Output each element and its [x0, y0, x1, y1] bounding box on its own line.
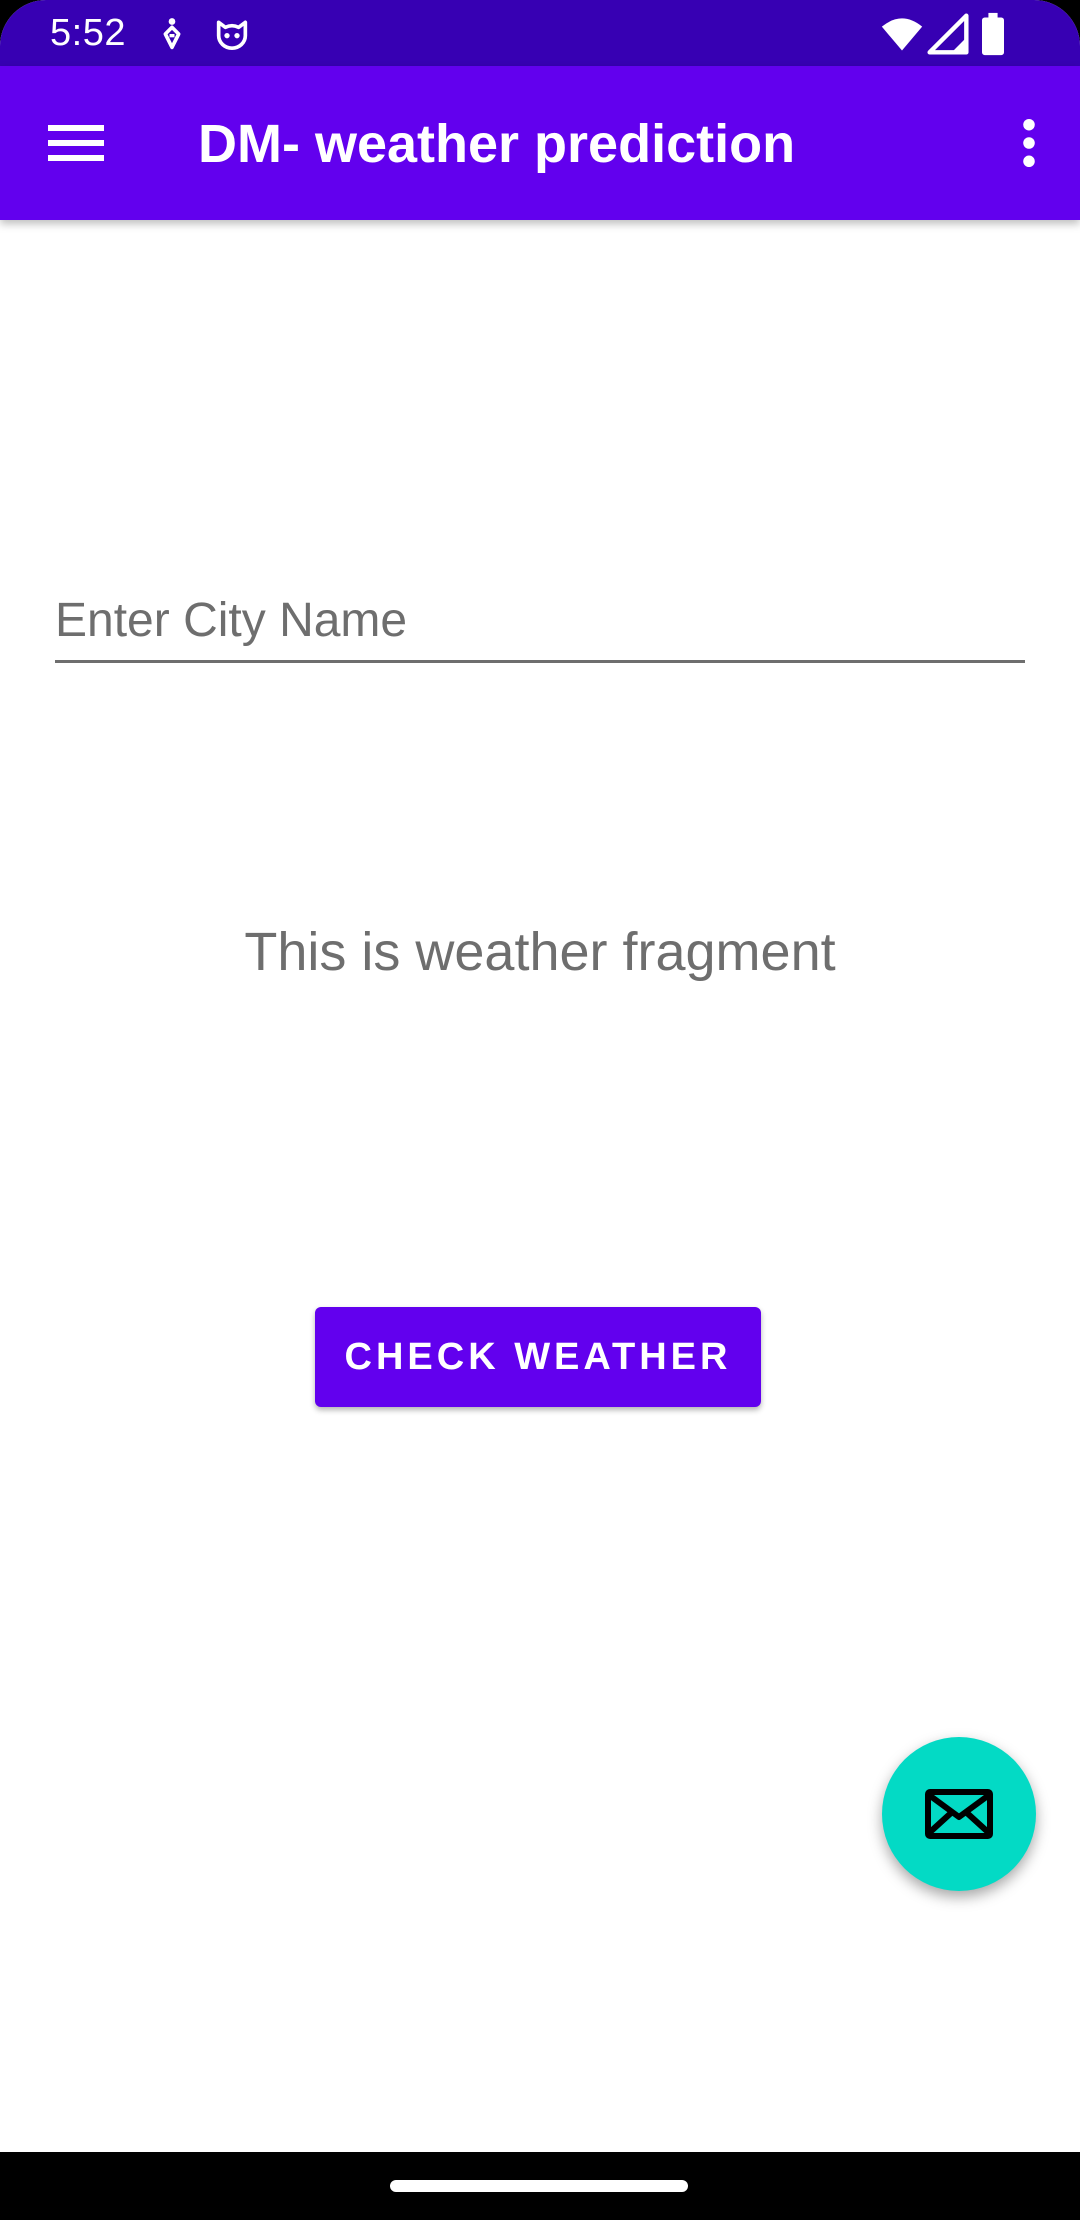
hamburger-menu-icon	[48, 125, 104, 161]
cat-face-icon	[216, 20, 248, 50]
status-time: 5:52	[50, 12, 126, 54]
wifi-icon	[881, 18, 923, 51]
menu-button[interactable]	[30, 100, 122, 186]
app-screen: 5:52 DM- weather prediction Enter City N…	[0, 0, 1080, 2220]
page-title: DM- weather prediction	[198, 114, 796, 174]
city-name-input[interactable]	[55, 580, 1025, 663]
home-gesture-handle[interactable]	[390, 2180, 688, 2192]
battery-icon	[982, 12, 1004, 56]
cell-signal-icon	[927, 13, 969, 55]
system-navigation-bar	[0, 2152, 1080, 2220]
status-bar: 5:52	[0, 0, 1080, 66]
overflow-menu-button[interactable]	[994, 100, 1064, 186]
mail-icon	[925, 1789, 993, 1839]
mail-fab-button[interactable]	[882, 1737, 1036, 1891]
check-weather-button[interactable]: CHECK WEATHER	[315, 1307, 761, 1407]
fragment-label: This is weather fragment	[244, 922, 836, 982]
more-vert-icon	[1023, 118, 1035, 168]
app-bar: DM- weather prediction	[0, 66, 1080, 220]
accessibility-icon	[163, 18, 181, 50]
